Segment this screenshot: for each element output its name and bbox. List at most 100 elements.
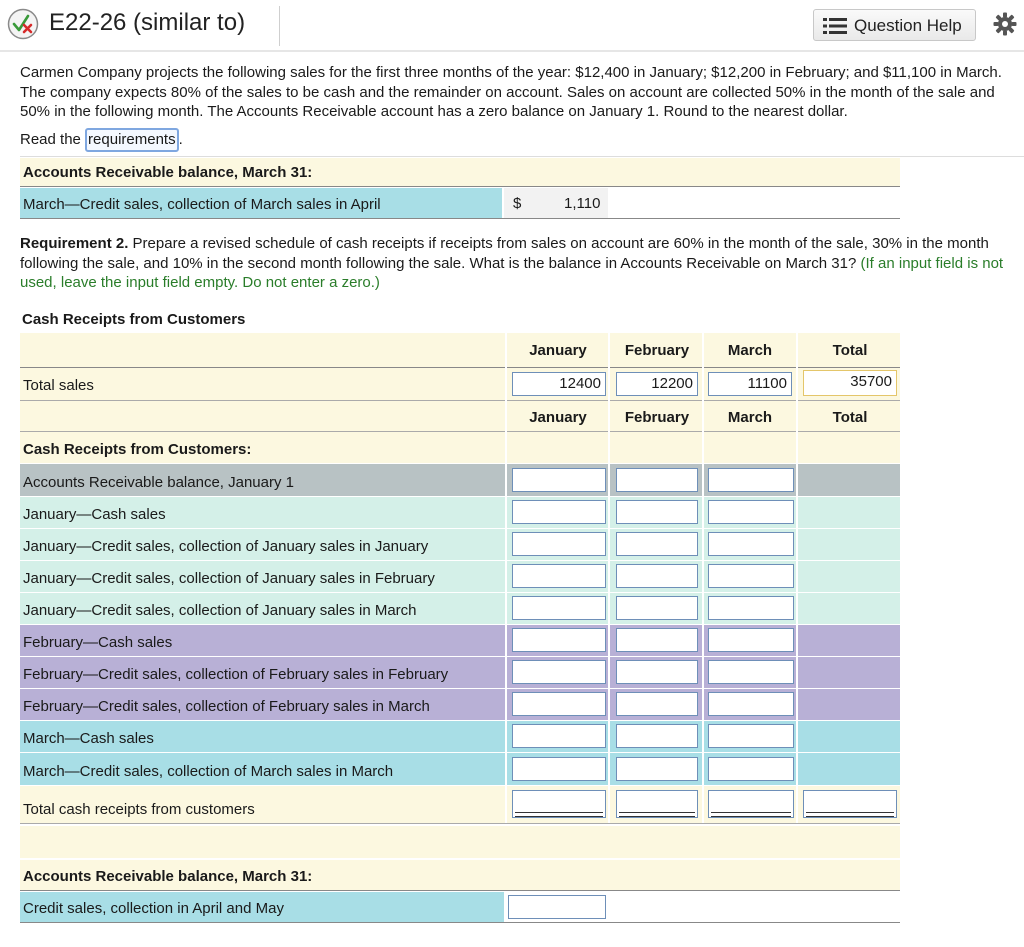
input-feb-cash-march[interactable] bbox=[708, 628, 794, 652]
col-header-march-2: March bbox=[727, 409, 773, 426]
read-prefix: Read the bbox=[20, 131, 86, 148]
gear-icon[interactable] bbox=[993, 12, 1017, 36]
double-underline bbox=[619, 812, 695, 817]
section-heading: Cash Receipts from Customers: bbox=[23, 441, 252, 458]
col-header-january: January bbox=[529, 342, 587, 359]
ar-heading: Accounts Receivable balance, March 31: bbox=[23, 868, 313, 885]
schedule-row-label: January—Credit sales, collection of Janu… bbox=[23, 538, 429, 555]
input-feb-credit-feb-march[interactable] bbox=[708, 660, 794, 684]
input-jan-credit-mar-january[interactable] bbox=[512, 596, 606, 620]
col-header-march: March bbox=[727, 342, 773, 359]
input-ar-jan1-january[interactable] bbox=[512, 468, 606, 492]
divider bbox=[20, 890, 900, 891]
input-total-receipts-january[interactable] bbox=[512, 790, 606, 818]
input-jan-credit-mar-february[interactable] bbox=[616, 596, 698, 620]
req1-ar-value: 1,110 bbox=[564, 195, 601, 212]
column-separator bbox=[796, 333, 798, 823]
input-jan-credit-jan-february[interactable] bbox=[616, 532, 698, 556]
input-total-receipts-february[interactable] bbox=[616, 790, 698, 818]
read-requirements-line: Read the requirements. bbox=[20, 128, 183, 152]
requirement-2-label: Requirement 2. bbox=[20, 235, 129, 252]
read-suffix: . bbox=[178, 131, 183, 148]
input-feb-credit-mar-march[interactable] bbox=[708, 692, 794, 716]
divider bbox=[20, 823, 900, 824]
schedule-row-label: February—Credit sales, collection of Feb… bbox=[23, 698, 430, 715]
column-separator bbox=[608, 333, 610, 823]
schedule-row-label: January—Cash sales bbox=[23, 506, 166, 523]
input-jan-cash-january[interactable] bbox=[512, 500, 606, 524]
header-bar: E22-26 (similar to) Question Help bbox=[0, 0, 1024, 51]
col-header-total: Total bbox=[832, 342, 868, 359]
input-ar-jan1-february[interactable] bbox=[616, 468, 698, 492]
question-help-label: Question Help bbox=[854, 16, 962, 35]
total-sales-march: 11100 bbox=[708, 372, 792, 396]
schedule-title: Cash Receipts from Customers bbox=[22, 311, 246, 328]
input-ar-march31[interactable] bbox=[508, 895, 606, 919]
schedule-row-label: January—Credit sales, collection of Janu… bbox=[23, 570, 435, 587]
intro-divider bbox=[20, 156, 1024, 157]
input-mar-credit-mar-march[interactable] bbox=[708, 757, 794, 781]
total-sales-january: 12400 bbox=[512, 372, 606, 396]
input-feb-cash-february[interactable] bbox=[616, 628, 698, 652]
header-divider bbox=[0, 50, 1024, 52]
divider bbox=[20, 186, 900, 187]
input-mar-credit-mar-february[interactable] bbox=[616, 757, 698, 781]
input-jan-credit-jan-march[interactable] bbox=[708, 532, 794, 556]
list-icon bbox=[823, 18, 847, 34]
input-total-receipts-total[interactable] bbox=[803, 790, 897, 818]
req1-ar-heading: Accounts Receivable balance, March 31: bbox=[23, 164, 313, 181]
input-feb-credit-mar-january[interactable] bbox=[512, 692, 606, 716]
input-feb-credit-feb-january[interactable] bbox=[512, 660, 606, 684]
col-header-january-2: January bbox=[529, 409, 587, 426]
total-sales-total: 35700 bbox=[803, 370, 897, 396]
input-mar-cash-march[interactable] bbox=[708, 724, 794, 748]
req1-ar-heading-row: Accounts Receivable balance, March 31: bbox=[20, 158, 900, 186]
input-jan-credit-mar-march[interactable] bbox=[708, 596, 794, 620]
page-title: E22-26 (similar to) bbox=[49, 9, 246, 36]
ar-heading-row: Accounts Receivable balance, March 31: bbox=[20, 860, 900, 890]
schedule-row-label: February—Cash sales bbox=[23, 634, 173, 651]
input-feb-credit-feb-february[interactable] bbox=[616, 660, 698, 684]
requirement-2-body: Prepare a revised schedule of cash recei… bbox=[20, 235, 989, 272]
schedule-row-label: March—Cash sales bbox=[23, 730, 154, 747]
ar-row-label: Credit sales, collection in April and Ma… bbox=[23, 900, 284, 917]
column-separator bbox=[505, 333, 507, 823]
input-jan-credit-feb-february[interactable] bbox=[616, 564, 698, 588]
req1-ar-value-cell: $ 1,110 bbox=[504, 188, 608, 218]
input-jan-cash-february[interactable] bbox=[616, 500, 698, 524]
input-ar-jan1-march[interactable] bbox=[708, 468, 794, 492]
schedule-row-label: Accounts Receivable balance, January 1 bbox=[23, 474, 294, 491]
input-feb-cash-january[interactable] bbox=[512, 628, 606, 652]
column-separator bbox=[702, 333, 704, 823]
input-jan-credit-feb-march[interactable] bbox=[708, 564, 794, 588]
problem-statement: Carmen Company projects the following sa… bbox=[20, 64, 1002, 120]
total-sales-february: 12200 bbox=[616, 372, 698, 396]
input-jan-credit-feb-january[interactable] bbox=[512, 564, 606, 588]
input-feb-credit-mar-february[interactable] bbox=[616, 692, 698, 716]
req1-ar-row-label: March—Credit sales, collection of March … bbox=[23, 196, 381, 213]
divider bbox=[20, 922, 900, 923]
input-total-receipts-march[interactable] bbox=[708, 790, 794, 818]
double-underline bbox=[515, 812, 603, 817]
input-mar-cash-january[interactable] bbox=[512, 724, 606, 748]
req1-ar-row: March—Credit sales, collection of March … bbox=[20, 188, 502, 218]
spacer-row bbox=[20, 826, 900, 858]
schedule-row-label: February—Credit sales, collection of Feb… bbox=[23, 666, 449, 683]
input-jan-cash-march[interactable] bbox=[708, 500, 794, 524]
section-heading-row: Cash Receipts from Customers: bbox=[20, 432, 900, 463]
input-mar-credit-mar-january[interactable] bbox=[512, 757, 606, 781]
requirement-2-text: Requirement 2. Prepare a revised schedul… bbox=[20, 234, 1015, 293]
col-header-february: February bbox=[624, 342, 690, 359]
requirements-link[interactable]: requirements bbox=[85, 128, 179, 152]
divider bbox=[20, 218, 900, 219]
currency-symbol: $ bbox=[513, 195, 522, 212]
col-header-february-2: February bbox=[624, 409, 690, 426]
question-help-button[interactable]: Question Help bbox=[813, 9, 976, 41]
input-mar-cash-february[interactable] bbox=[616, 724, 698, 748]
ar-row: Credit sales, collection in April and Ma… bbox=[20, 892, 504, 922]
title-divider bbox=[279, 6, 280, 46]
input-jan-credit-jan-january[interactable] bbox=[512, 532, 606, 556]
schedule-row-label: January—Credit sales, collection of Janu… bbox=[23, 602, 417, 619]
double-underline bbox=[806, 812, 894, 817]
partially-correct-icon bbox=[7, 8, 39, 40]
